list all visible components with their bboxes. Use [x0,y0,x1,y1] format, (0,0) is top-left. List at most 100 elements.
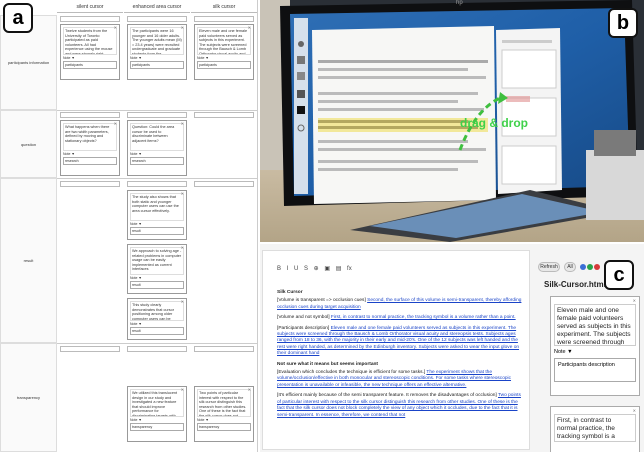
note-card[interactable]: ✕ Question: Could the area cursor be use… [127,120,187,176]
note-card[interactable]: ✕ What happens when there are two width … [60,120,120,176]
drag-drop-annotation: drag & drop [460,116,528,130]
note-card[interactable]: ✕ We utilized this translucent design in… [127,386,187,442]
note-toggle[interactable]: Note ▼ [554,349,636,355]
document-title: Silk Cursor [277,290,303,295]
panel-a-tag: a [3,3,33,33]
card-text: Twelve students from the University of T… [63,27,117,55]
close-icon[interactable]: ✕ [633,408,636,413]
green-filter-dot[interactable] [587,264,593,270]
blue-filter-dot[interactable] [580,264,586,270]
document-body[interactable]: Silk Cursor [Volume is transparent => oc… [277,287,523,423]
close-icon[interactable]: ✕ [181,387,184,392]
formatting-toolbar[interactable]: B I U S ⊕ ▣ ▤ fx [277,265,352,272]
paragraph: [Evaluation which concludes the techniqu… [277,370,523,389]
note-toggle[interactable]: Note ▼ [130,276,184,280]
source-card-text: First, in contrast to normal practice, t… [554,414,636,442]
note-card[interactable]: ✕ The participants were 16 younger and 1… [127,24,187,80]
note-card[interactable]: ✕ The study also shows that both static … [127,190,187,240]
source-card-label[interactable]: Participants description [554,358,636,382]
close-icon[interactable]: ✕ [181,25,184,30]
red-filter-dot[interactable] [594,264,600,270]
note-card[interactable]: ✕ Eleven male and one female paid volunt… [194,24,254,80]
close-icon[interactable]: ✕ [181,299,184,304]
paragraph: [It's efficient mainly because of the se… [277,393,523,419]
highlight-link[interactable]: First, in contrast to normal practice, t… [331,315,516,320]
drop-slot[interactable] [60,181,120,187]
card-label[interactable]: participants [197,61,251,69]
close-icon[interactable]: ✕ [181,245,184,250]
note-toggle[interactable]: Note ▼ [130,56,184,60]
note-card[interactable]: ✕ Two points of particular interest with… [194,386,254,442]
card-label[interactable]: research [130,157,184,165]
source-card[interactable]: ✕ First, in contrast to normal practice,… [550,406,640,452]
paragraph: [Volume and not symbol] First, in contra… [277,315,523,321]
card-label[interactable]: result [130,227,184,235]
annotation-text: [Evaluation which concludes the techniqu… [277,370,427,376]
drop-slot[interactable] [127,16,187,22]
close-icon[interactable]: ✕ [248,387,251,392]
annotation-text: [It's efficient mainly because of the se… [277,393,498,399]
annotation-text: [Volume and not symbol] [277,315,331,321]
card-label[interactable]: research [63,157,117,165]
row-label-result: result [0,178,57,343]
drop-slot[interactable] [194,112,254,118]
card-label[interactable]: participants [130,61,184,69]
drop-slot[interactable] [60,346,120,352]
note-toggle[interactable]: Note ▼ [130,418,184,422]
card-label[interactable]: transparency [130,423,184,431]
card-label[interactable]: participants [63,61,117,69]
drop-slot[interactable] [60,112,120,118]
note-toggle[interactable]: Note ▼ [197,418,251,422]
document-editor[interactable]: B I U S ⊕ ▣ ▤ fx Silk Cursor [Volume is … [262,250,530,450]
column-header-silent-cursor: silent cursor [57,4,123,13]
note-toggle[interactable]: Note ▼ [63,152,117,156]
source-document-title: Silk-Cursor.html [544,280,606,289]
card-label[interactable]: transparency [197,423,251,431]
drop-slot[interactable] [194,16,254,22]
drop-slot[interactable] [127,346,187,352]
close-icon[interactable]: ✕ [181,191,184,196]
card-label[interactable]: result [130,281,184,289]
close-icon[interactable]: ✕ [248,25,251,30]
source-card-text: Eleven male and one female paid voluntee… [554,304,636,346]
workstation-photo: hp [260,0,644,242]
column-header-silk-cursor: silk cursor [191,4,257,13]
drop-slot[interactable] [194,346,254,352]
row-label-transparency: transparency [0,343,57,452]
note-card[interactable]: ✕ We approach to solving age - related p… [127,244,187,294]
card-text: We approach to solving age - related pro… [130,247,184,275]
card-text: What happens when there are two width pa… [63,123,117,151]
all-button[interactable]: All [564,262,576,272]
panel-b-photo: hp drag & drop b [260,0,644,242]
note-toggle[interactable]: Note ▼ [130,222,184,226]
note-toggle[interactable]: Note ▼ [130,322,184,326]
close-icon[interactable]: ✕ [114,121,117,126]
card-text: Question: Could the area cursor be used … [130,123,184,151]
drop-slot[interactable] [127,112,187,118]
card-text: This study clearly demonstrates that cur… [130,301,184,321]
close-icon[interactable]: ✕ [114,25,117,30]
source-card[interactable]: ✕ Eleven male and one female paid volunt… [550,296,640,396]
note-toggle[interactable]: Note ▼ [130,152,184,156]
panel-c-tag: c [604,260,634,290]
drop-slot[interactable] [127,181,187,187]
paragraph: [Participants description] Eleven male a… [277,326,523,358]
note-toggle[interactable]: Note ▼ [197,56,251,60]
note-card[interactable]: ✕ Twelve students from the University of… [60,24,120,80]
close-icon[interactable]: ✕ [181,121,184,126]
grid-divider [57,178,257,179]
drop-slot[interactable] [60,16,120,22]
card-text: The study also shows that both static an… [130,193,184,221]
panel-b-tag: b [608,8,638,38]
close-icon[interactable]: ✕ [633,298,636,303]
drop-slot[interactable] [194,181,254,187]
section-heading: Not sure what it means but seems importa… [277,361,379,367]
card-label[interactable]: result [130,327,184,335]
note-card[interactable]: ✕ This study clearly demonstrates that c… [127,298,187,340]
note-toggle[interactable]: Note ▼ [63,56,117,60]
card-text: We utilized this translucent design in o… [130,389,184,417]
paragraph: [Volume is transparent => occlusion cues… [277,298,523,311]
row-label-question: question [0,110,57,178]
panel-c-editor-view: B I U S ⊕ ▣ ▤ fx Silk Cursor [Volume is … [260,244,644,452]
refresh-button[interactable]: Refresh [538,262,560,272]
